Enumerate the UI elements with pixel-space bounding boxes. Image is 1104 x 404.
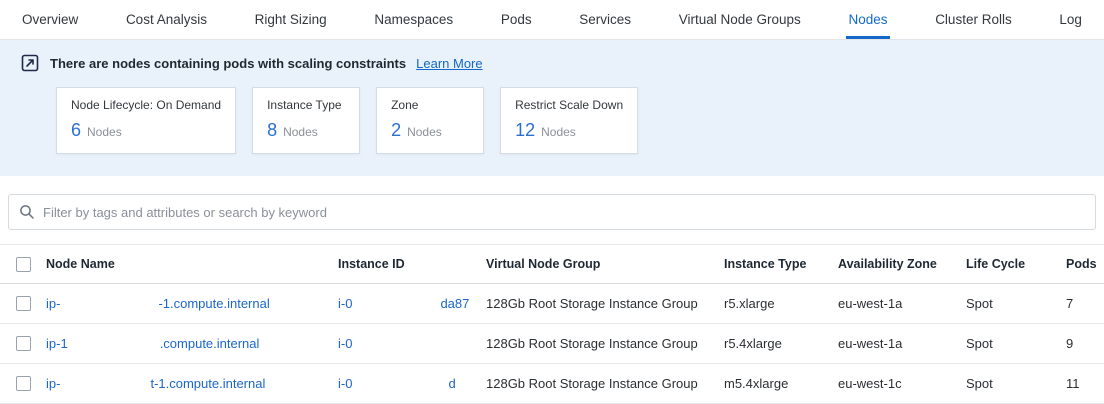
redacted-segment (60, 378, 150, 391)
tab-namespaces[interactable]: Namespaces (372, 0, 455, 39)
tab-services[interactable]: Services (577, 0, 633, 39)
redacted-segment (60, 298, 158, 311)
col-instance-id: Instance ID (338, 257, 486, 271)
row-checkbox[interactable] (16, 376, 31, 391)
tab-cost-analysis[interactable]: Cost Analysis (124, 0, 209, 39)
pods-cell: 7 (1066, 296, 1104, 311)
col-life-cycle: Life Cycle (966, 257, 1066, 271)
scaling-constraints-banner: There are nodes containing pods with sca… (0, 40, 1104, 176)
table-row: ip- -1.compute.internal i-0 da87 128Gb Roo… (0, 284, 1104, 324)
card-title: Restrict Scale Down (515, 98, 623, 112)
card-unit: Nodes (87, 125, 122, 139)
instance-id-link[interactable]: i-0 (338, 296, 352, 311)
lifecycle-cell: Spot (966, 376, 1066, 391)
tab-log[interactable]: Log (1057, 0, 1084, 39)
card-title: Zone (391, 98, 469, 112)
banner-message: There are nodes containing pods with sca… (50, 56, 406, 71)
tab-right-sizing[interactable]: Right Sizing (253, 0, 329, 39)
search-input[interactable] (43, 205, 1085, 220)
instance-type-cell: r5.4xlarge (724, 336, 838, 351)
scaling-constraint-icon (20, 53, 40, 73)
redacted-segment (68, 338, 160, 351)
col-pods: Pods (1066, 257, 1104, 271)
col-instance-type: Instance Type (724, 257, 838, 271)
card-unit: Nodes (541, 125, 576, 139)
search-icon (19, 204, 35, 220)
col-node-name: Node Name (46, 257, 338, 271)
col-availability-zone: Availability Zone (838, 257, 966, 271)
row-checkbox[interactable] (16, 296, 31, 311)
card-zone[interactable]: Zone 2 Nodes (376, 87, 484, 154)
card-instance-type[interactable]: Instance Type 8 Nodes (252, 87, 360, 154)
instance-id-link[interactable]: i-0 (338, 376, 352, 391)
pods-cell: 11 (1066, 376, 1104, 391)
lifecycle-cell: Spot (966, 296, 1066, 311)
vng-cell: 128Gb Root Storage Instance Group (486, 336, 724, 351)
card-value: 6 (71, 120, 81, 141)
redacted-segment (352, 338, 448, 351)
tab-cluster-rolls[interactable]: Cluster Rolls (933, 0, 1014, 39)
node-name-link[interactable]: .compute.internal (160, 336, 260, 351)
instance-type-cell: m5.4xlarge (724, 376, 838, 391)
table-header-row: Node Name Instance ID Virtual Node Group… (0, 244, 1104, 284)
card-unit: Nodes (283, 125, 318, 139)
card-value: 12 (515, 120, 535, 141)
card-value: 2 (391, 120, 401, 141)
vng-cell: 128Gb Root Storage Instance Group (486, 376, 724, 391)
nodes-table: Node Name Instance ID Virtual Node Group… (0, 244, 1104, 404)
tab-nodes[interactable]: Nodes (846, 0, 889, 39)
lifecycle-cell: Spot (966, 336, 1066, 351)
card-title: Node Lifecycle: On Demand (71, 98, 221, 112)
table-row: ip-t-1.compute.internal i-0 d 128Gb Root … (0, 364, 1104, 404)
card-node-lifecycle[interactable]: Node Lifecycle: On Demand 6 Nodes (56, 87, 236, 154)
node-name-link[interactable]: ip- (46, 296, 60, 311)
select-all-checkbox[interactable] (16, 257, 31, 272)
redacted-segment (352, 298, 440, 311)
instance-type-cell: r5.xlarge (724, 296, 838, 311)
instance-id-link[interactable]: da87 (440, 296, 469, 311)
card-value: 8 (267, 120, 277, 141)
tab-virtual-node-groups[interactable]: Virtual Node Groups (677, 0, 803, 39)
availability-zone-cell: eu-west-1a (838, 296, 966, 311)
card-unit: Nodes (407, 125, 442, 139)
node-name-link[interactable]: ip- (46, 376, 60, 391)
instance-id-link[interactable]: d (448, 376, 455, 391)
col-virtual-node-group: Virtual Node Group (486, 257, 724, 271)
vng-cell: 128Gb Root Storage Instance Group (486, 296, 724, 311)
availability-zone-cell: eu-west-1c (838, 376, 966, 391)
card-title: Instance Type (267, 98, 345, 112)
instance-id-link[interactable]: i-0 (338, 336, 352, 351)
tab-pods[interactable]: Pods (499, 0, 534, 39)
availability-zone-cell: eu-west-1a (838, 336, 966, 351)
tab-bar: Overview Cost Analysis Right Sizing Name… (0, 0, 1104, 40)
table-row: ip-1 .compute.internal i-0 128Gb Root Sto… (0, 324, 1104, 364)
row-checkbox[interactable] (16, 336, 31, 351)
node-name-link[interactable]: ip-1 (46, 336, 68, 351)
node-name-link[interactable]: t-1.compute.internal (150, 376, 265, 391)
card-restrict-scale-down[interactable]: Restrict Scale Down 12 Nodes (500, 87, 638, 154)
pods-cell: 9 (1066, 336, 1104, 351)
search-box (8, 194, 1096, 230)
redacted-segment (352, 378, 448, 391)
learn-more-link[interactable]: Learn More (416, 56, 482, 71)
constraint-cards: Node Lifecycle: On Demand 6 Nodes Instan… (56, 87, 1084, 154)
search-bar-wrapper (0, 176, 1104, 230)
tab-overview[interactable]: Overview (20, 0, 80, 39)
node-name-link[interactable]: -1.compute.internal (158, 296, 269, 311)
